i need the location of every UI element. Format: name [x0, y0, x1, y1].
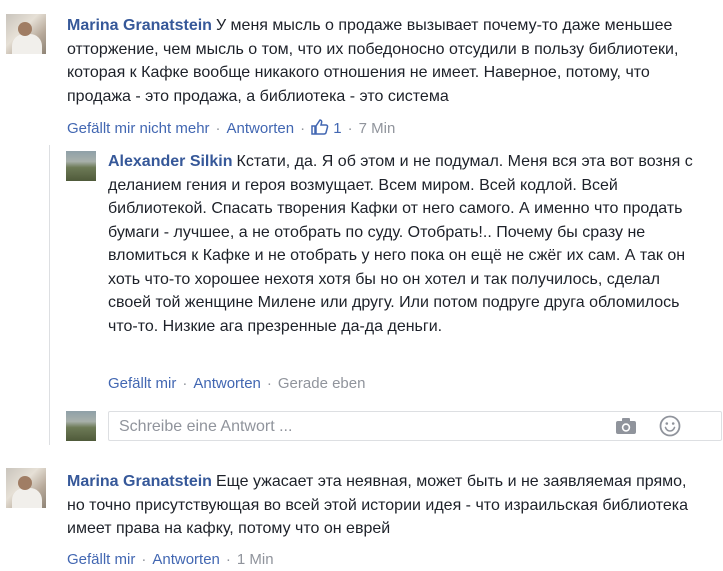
separator: · [266, 375, 272, 392]
separator: · [347, 120, 353, 137]
like-button[interactable]: Gefällt mir [108, 375, 176, 392]
comment-author[interactable]: Alexander Silkin [108, 153, 233, 170]
smiley-icon[interactable] [659, 415, 681, 442]
comment-time[interactable]: 7 Min [359, 120, 396, 137]
reply-box[interactable] [108, 411, 722, 441]
separator: · [225, 551, 231, 568]
comment-time[interactable]: 1 Min [237, 551, 274, 568]
reply-button[interactable]: Antworten [152, 551, 220, 568]
thread-divider [49, 145, 50, 445]
unlike-button[interactable]: Gefällt mir nicht mehr [67, 120, 210, 137]
separator: · [182, 375, 188, 392]
comment-time[interactable]: Gerade eben [278, 375, 366, 392]
comment-actions: Gefällt mir · Antworten · Gerade eben [108, 375, 365, 392]
like-count[interactable]: 1 [311, 119, 342, 137]
camera-icon[interactable] [615, 417, 637, 440]
comment-body: Alexander Silkin Кстати, да. Я об этом и … [108, 150, 694, 338]
avatar[interactable] [6, 468, 46, 508]
comment-author[interactable]: Marina Granatstein [67, 473, 212, 490]
separator: · [300, 120, 306, 137]
comment-text: Кстати, да. Я об этом и не подумал. Меня… [108, 153, 693, 335]
comment-body: Marina Granatstein У меня мысль о продаже… [67, 14, 707, 108]
comment-actions: Gefällt mir · Antworten · 1 Min [67, 551, 274, 568]
like-button[interactable]: Gefällt mir [67, 551, 135, 568]
avatar[interactable] [66, 411, 96, 441]
reply-button[interactable]: Antworten [193, 375, 261, 392]
comment-actions: Gefällt mir nicht mehr · Antworten · 1 · 7 Mi… [67, 119, 395, 137]
thumbs-up-icon [311, 119, 329, 135]
avatar[interactable] [66, 151, 96, 181]
separator: · [141, 551, 147, 568]
separator: · [215, 120, 221, 137]
comment-body: Marina Granatstein Еще ужасает эта неявна… [67, 470, 707, 541]
reply-input[interactable] [117, 416, 601, 438]
comment-author[interactable]: Marina Granatstein [67, 17, 212, 34]
reply-button[interactable]: Antworten [227, 120, 295, 137]
avatar[interactable] [6, 14, 46, 54]
